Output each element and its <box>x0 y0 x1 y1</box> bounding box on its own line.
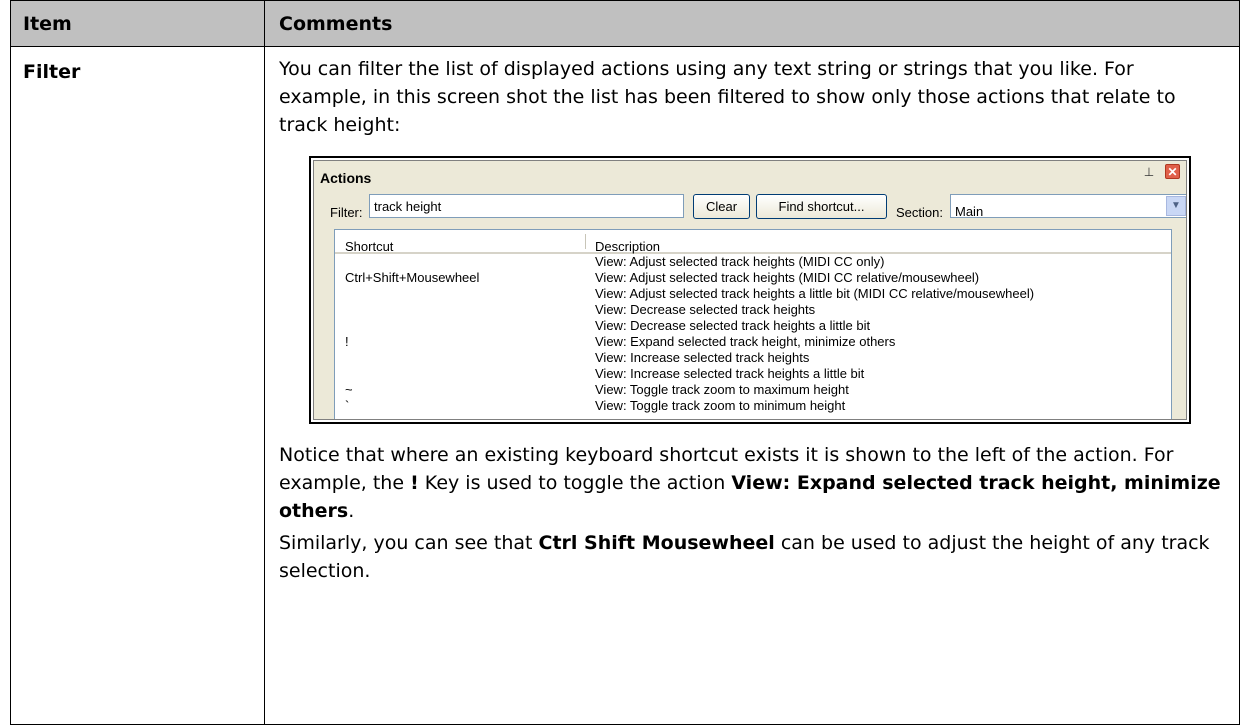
row-shortcut: ` <box>345 398 350 413</box>
list-item[interactable]: View: Increase selected track heights a … <box>335 366 1171 382</box>
filter-input[interactable] <box>369 194 684 218</box>
document-table: Item Comments Filter You can filter the … <box>10 0 1240 725</box>
row-description: View: Adjust selected track heights a li… <box>595 286 1035 301</box>
row-description: View: Expand selected track height, mini… <box>595 334 896 349</box>
list-item[interactable]: View: Decrease selected track heights <box>335 302 1171 318</box>
comments-cell: You can filter the list of displayed act… <box>264 46 1240 725</box>
similarly-text-1: Similarly, you can see that <box>279 532 539 554</box>
notice-text-2: Key is used to toggle the action <box>418 472 732 494</box>
pin-icon[interactable]: ⊥ <box>1142 165 1156 179</box>
find-shortcut-button[interactable]: Find shortcut... <box>756 194 887 219</box>
list-header: Shortcut Description <box>335 230 1171 254</box>
filter-label: Filter: <box>330 205 363 220</box>
list-item[interactable]: View: Adjust selected track heights (MID… <box>335 254 1171 270</box>
row-description: View: Adjust selected track heights (MID… <box>595 254 885 269</box>
row-description: View: Increase selected track heights a … <box>595 366 865 381</box>
row-description: View: Toggle track zoom to minimum heigh… <box>595 398 846 413</box>
row-description: View: Decrease selected track heights <box>595 302 816 317</box>
intro-paragraph: You can filter the list of displayed act… <box>279 58 1176 136</box>
row-shortcut: ! <box>345 334 349 349</box>
notice-text-3: . <box>348 500 355 522</box>
section-label: Section: <box>896 205 943 220</box>
clear-button[interactable]: Clear <box>693 194 750 219</box>
window-titlebar: Actions ⊥ ✕ <box>314 161 1186 186</box>
screenshot-frame: Actions ⊥ ✕ Filter: Clear Find shortcut.… <box>309 156 1191 424</box>
section-value: Main <box>955 204 984 219</box>
row-description: View: Toggle track zoom to maximum heigh… <box>595 382 849 397</box>
actions-window: Actions ⊥ ✕ Filter: Clear Find shortcut.… <box>313 160 1187 420</box>
similarly-shortcut: Ctrl Shift Mousewheel <box>538 532 775 554</box>
list-item[interactable]: View: Decrease selected track heights a … <box>335 318 1171 334</box>
row-shortcut: ~ <box>345 382 353 397</box>
item-cell: Filter <box>10 46 265 725</box>
notice-key: ! <box>410 472 419 494</box>
filter-row: Filter: Clear Find shortcut... Section: … <box>330 194 1186 220</box>
chevron-down-icon[interactable]: ▼ <box>1166 196 1186 216</box>
list-item[interactable]: ` View: Toggle track zoom to minimum heig… <box>335 398 1171 414</box>
list-rows: View: Adjust selected track heights (MID… <box>335 254 1171 414</box>
header-comments: Comments <box>264 0 1240 47</box>
row-shortcut: Ctrl+Shift+Mousewheel <box>345 270 480 285</box>
list-item[interactable]: ! View: Expand selected track height, min… <box>335 334 1171 350</box>
column-divider[interactable] <box>585 234 586 249</box>
row-description: View: Decrease selected track heights a … <box>595 318 871 333</box>
close-icon[interactable]: ✕ <box>1165 164 1180 179</box>
notice-paragraph: Notice that where an existing keyboard s… <box>279 441 1223 525</box>
section-dropdown[interactable]: Main ▼ <box>950 194 1186 219</box>
similarly-paragraph: Similarly, you can see that Ctrl Shift M… <box>279 529 1223 585</box>
list-item[interactable]: View: Increase selected track heights <box>335 350 1171 366</box>
table-header-row: Item Comments <box>10 0 1240 47</box>
header-item: Item <box>10 0 265 47</box>
row-description: View: Adjust selected track heights (MID… <box>595 270 980 285</box>
actions-list[interactable]: Shortcut Description View: Adjust select… <box>334 229 1172 419</box>
window-title: Actions <box>320 170 372 186</box>
table-row: Filter You can filter the list of displa… <box>10 46 1240 725</box>
list-item[interactable]: View: Adjust selected track heights a li… <box>335 286 1171 302</box>
row-description: View: Increase selected track heights <box>595 350 810 365</box>
list-item[interactable]: Ctrl+Shift+Mousewheel View: Adjust select… <box>335 270 1171 286</box>
list-item[interactable]: ~ View: Toggle track zoom to maximum heig… <box>335 382 1171 398</box>
